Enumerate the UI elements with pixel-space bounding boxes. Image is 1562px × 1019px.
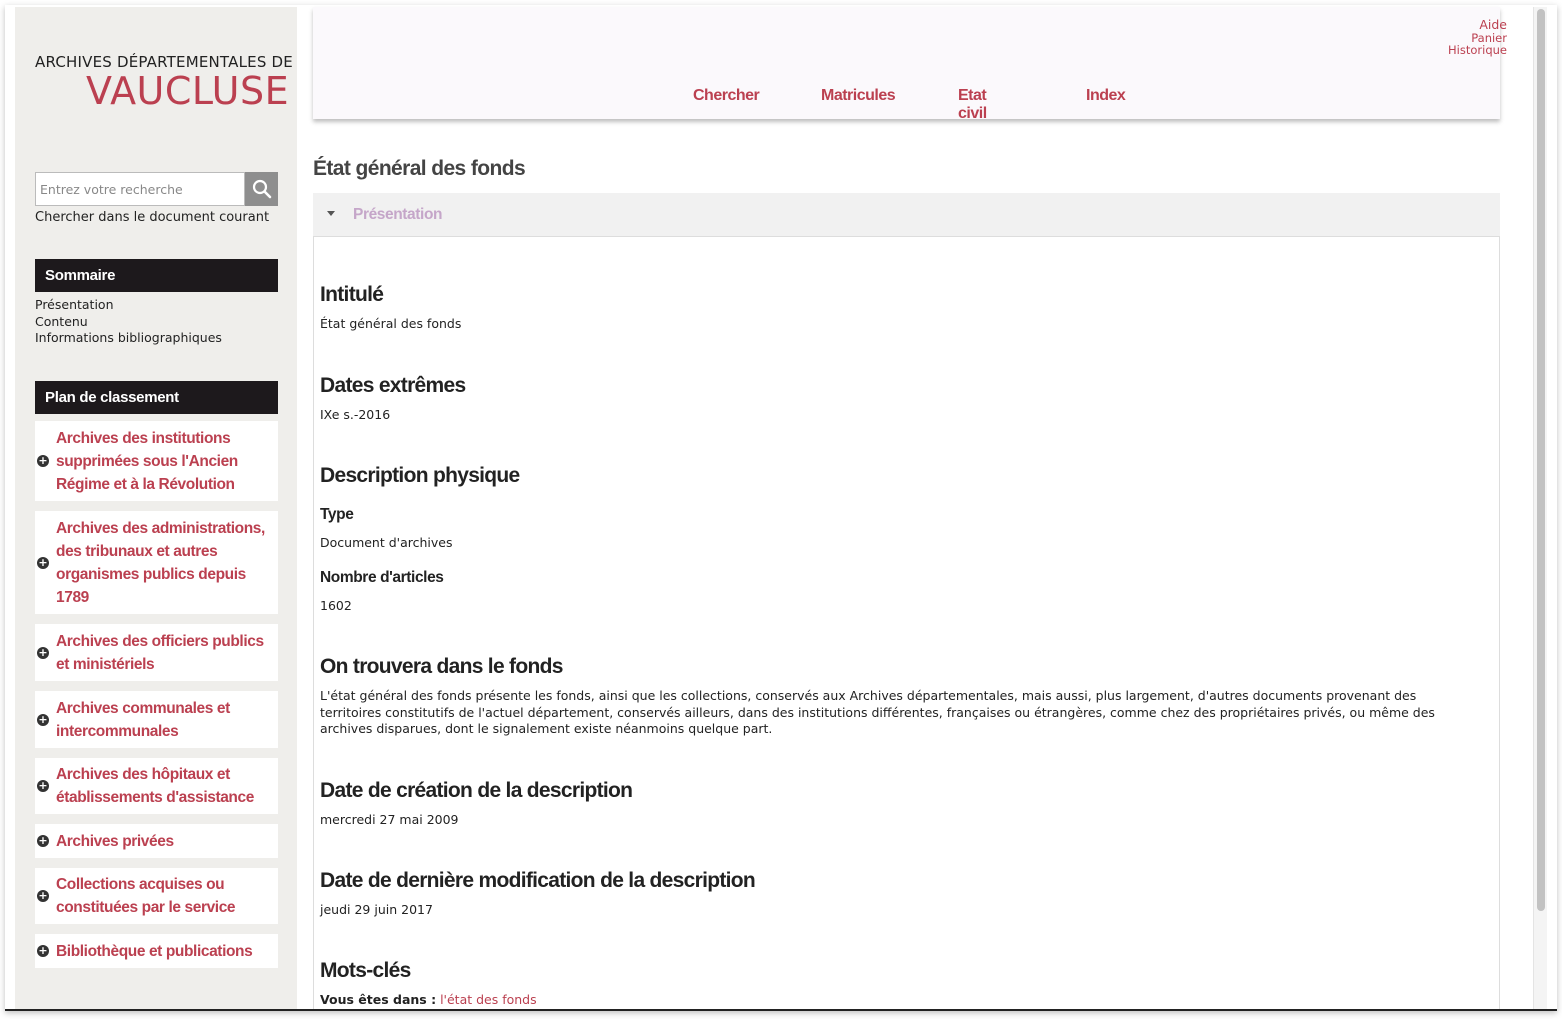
page-title: État général des fonds [313, 157, 526, 180]
link-aide[interactable]: Aide [1448, 18, 1507, 32]
sommaire-item-presentation[interactable]: Présentation [35, 297, 222, 314]
value-creation: mercredi 27 mai 2009 [320, 812, 459, 827]
caret-down-icon[interactable] [327, 211, 335, 216]
plan-item-label[interactable]: Archives communales et intercommunales [56, 697, 272, 743]
search-scope-hint: Chercher dans le document courant [35, 210, 270, 225]
plus-circle-icon[interactable]: + [37, 455, 49, 467]
heading-mots-cles: Mots-clés [320, 959, 411, 982]
plus-circle-icon[interactable]: + [37, 556, 49, 569]
plus-circle-icon[interactable]: + [37, 890, 49, 902]
breadcrumb-link[interactable]: l'état des fonds [440, 992, 537, 1007]
label-nombre-articles: Nombre d'articles [320, 569, 444, 586]
nav-matricules[interactable]: Matricules [821, 87, 896, 105]
plan-item[interactable]: + Archives privées [35, 824, 278, 858]
value-modification: jeudi 29 juin 2017 [320, 902, 433, 917]
value-intitule: État général des fonds [320, 316, 462, 331]
heading-creation: Date de création de la description [320, 779, 633, 802]
sommaire-list: Présentation Contenu Informations biblio… [35, 297, 222, 347]
nav-index[interactable]: Index [1086, 87, 1126, 105]
accordion-label[interactable]: Présentation [353, 206, 442, 224]
plus-circle-icon[interactable]: + [37, 835, 49, 847]
nav-etat-civil[interactable]: Etat civil [958, 87, 987, 123]
search-input[interactable] [35, 172, 245, 206]
plus-circle-icon[interactable]: + [37, 713, 49, 726]
scrollbar-thumb[interactable] [1537, 9, 1545, 911]
plan-item-label[interactable]: Bibliothèque et publications [56, 940, 253, 963]
heading-trouvera: On trouvera dans le fonds [320, 655, 563, 678]
plan-item-label[interactable]: Archives des officiers publics et minist… [56, 630, 272, 676]
nav-chercher[interactable]: Chercher [693, 87, 760, 105]
plan-item[interactable]: + Archives communales et intercommunales [35, 691, 278, 748]
breadcrumb-label: Vous êtes dans : [320, 992, 437, 1007]
plan-item[interactable]: + Archives des institutions supprimées s… [35, 421, 278, 501]
sommaire-item-informations[interactable]: Informations bibliographiques [35, 330, 222, 347]
plan-item[interactable]: + Collections acquises ou constituées pa… [35, 868, 278, 924]
plan-item[interactable]: + Archives des officiers publics et mini… [35, 624, 278, 681]
label-type: Type [320, 506, 354, 523]
heading-description: Description physique [320, 464, 520, 487]
plus-circle-icon[interactable]: + [37, 945, 49, 957]
plan-item[interactable]: + Archives des hôpitaux et établissement… [35, 758, 278, 814]
plan-item[interactable]: + Bibliothèque et publications [35, 934, 278, 968]
link-historique[interactable]: Historique [1448, 44, 1507, 57]
plan-item-label[interactable]: Archives privées [56, 830, 174, 853]
heading-intitule: Intitulé [320, 283, 384, 306]
plan-heading: Plan de classement [35, 381, 278, 414]
search-box [35, 172, 278, 206]
breadcrumb: Vous êtes dans : l'état des fonds [320, 992, 537, 1009]
main-navbar: Chercher Matricules Etat civil Index [313, 7, 1500, 122]
plan-item-label[interactable]: Archives des institutions supprimées sou… [56, 427, 272, 496]
accordion-header-presentation[interactable]: Présentation [313, 193, 1500, 237]
sidebar: ARCHIVES DÉPARTEMENTALES DE VAUCLUSE Che… [15, 7, 297, 1009]
value-dates: IXe s.-2016 [320, 407, 391, 422]
value-nombre-articles: 1602 [320, 598, 352, 613]
value-trouvera: L'état général des fonds présente les fo… [320, 688, 1435, 736]
accordion-body [313, 237, 1500, 1009]
top-links: Aide Panier Historique [1448, 18, 1507, 57]
search-button[interactable] [245, 172, 278, 206]
search-icon [252, 179, 271, 199]
plus-circle-icon[interactable]: + [37, 780, 49, 792]
sommaire-item-contenu[interactable]: Contenu [35, 314, 222, 331]
plan-item[interactable]: + Archives des administrations, des trib… [35, 511, 278, 614]
plan-item-label[interactable]: Archives des administrations, des tribun… [56, 517, 272, 609]
sommaire-heading: Sommaire [35, 259, 278, 292]
plus-circle-icon[interactable]: + [37, 646, 49, 659]
browser-window: ARCHIVES DÉPARTEMENTALES DE VAUCLUSE Che… [5, 5, 1557, 1011]
plan-item-label[interactable]: Archives des hôpitaux et établissements … [56, 763, 272, 809]
vertical-scrollbar[interactable] [1533, 7, 1547, 1009]
heading-modification: Date de dernière modification de la desc… [320, 869, 756, 892]
heading-dates: Dates extrêmes [320, 374, 466, 397]
plan-item-label[interactable]: Collections acquises ou constituées par … [56, 873, 272, 919]
logo-line2[interactable]: VAUCLUSE [86, 69, 289, 113]
value-type: Document d'archives [320, 535, 453, 550]
